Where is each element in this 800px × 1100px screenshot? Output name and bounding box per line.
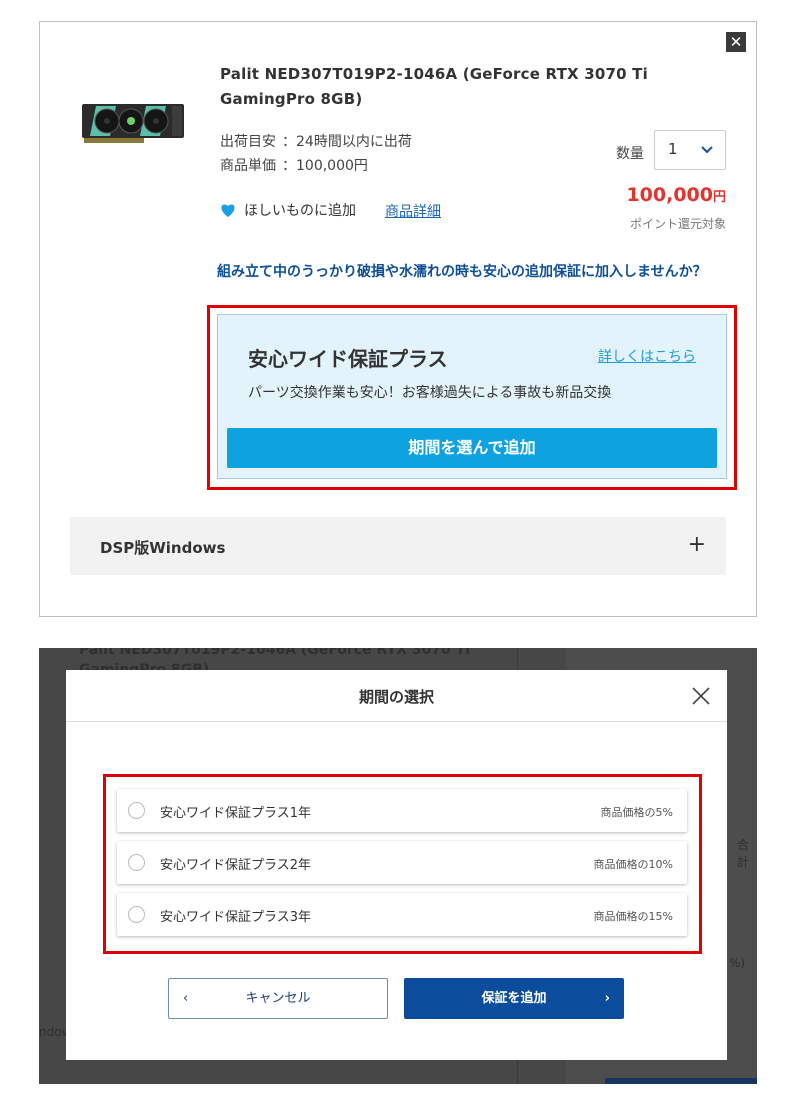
add-to-wishlist-button[interactable]: ほしいものに追加 <box>220 200 356 220</box>
quantity-label: 数量 <box>616 146 644 162</box>
quantity-value: 1 <box>668 140 678 158</box>
warranty-plan-name: 安心ワイド保証プラス <box>248 347 448 371</box>
unit-price-label: 商品単価 <box>220 158 276 174</box>
select-period-button[interactable]: 期間を選んで追加 <box>227 428 717 468</box>
option-rate: 商品価格の10% <box>593 858 673 871</box>
modal-title: 期間の選択 <box>358 688 434 706</box>
add-warranty-label: 保証を追加 <box>481 991 547 1006</box>
item-price: 100,000円 <box>626 184 726 206</box>
warranty-option-3year[interactable]: 安心ワイド保証プラス3年 商品価格の15% <box>117 893 687 936</box>
chevron-left-icon: ‹ <box>183 991 189 1006</box>
close-icon[interactable]: ✕ <box>726 32 746 52</box>
plus-icon: + <box>687 532 706 557</box>
warranty-promo-text: 組み立て中のうっかり破損や水濡れの時も安心の追加保証に加入しませんか？ <box>217 264 707 280</box>
background-percent-fragment: %) <box>729 956 746 970</box>
modal-header: 期間の選択 <box>66 670 727 722</box>
accordion-dsp-windows[interactable]: DSP版Windows + <box>70 517 726 575</box>
heart-icon <box>221 204 235 217</box>
modal-overlay[interactable]: Palit NED307T019P2-1046A (GeForce RTX 30… <box>39 648 757 1084</box>
shipping-value: ：24時間以内に出荷 <box>282 134 412 150</box>
points-note: ポイント還元対象 <box>629 217 726 231</box>
accordion-label: DSP版Windows <box>100 539 226 557</box>
radio-button[interactable] <box>128 802 145 819</box>
radio-button[interactable] <box>128 854 145 871</box>
cart-item-card: ✕ Palit NED307T019P2-1046A (GeForce RTX … <box>39 21 757 617</box>
add-warranty-button[interactable]: 保証を追加 › <box>404 978 624 1019</box>
item-price-value: 100,000 <box>626 184 713 206</box>
unit-price: 商品単価 ：100,000円 <box>220 155 368 175</box>
warranty-description: パーツ交換作業も安心！お客様過失による事故も新品交換 <box>248 385 612 401</box>
option-rate: 商品価格の5% <box>600 806 673 819</box>
item-price-unit: 円 <box>712 190 726 205</box>
cancel-button[interactable]: ‹ キャンセル <box>168 978 388 1019</box>
warranty-option-1year[interactable]: 安心ワイド保証プラス1年 商品価格の5% <box>117 789 687 832</box>
shipping-estimate: 出荷目安 ：24時間以内に出荷 <box>220 131 412 151</box>
product-details-link[interactable]: 商品詳細 <box>385 201 441 221</box>
radio-button[interactable] <box>128 906 145 923</box>
quantity-select[interactable]: 1 <box>654 130 726 170</box>
option-label: 安心ワイド保証プラス2年 <box>160 858 312 873</box>
warranty-option-2year[interactable]: 安心ワイド保証プラス2年 商品価格の10% <box>117 841 687 884</box>
option-rate: 商品価格の15% <box>593 910 673 923</box>
shipping-label: 出荷目安 <box>220 134 276 150</box>
close-icon[interactable] <box>691 686 711 706</box>
product-image[interactable] <box>82 100 184 146</box>
warranty-more-link[interactable]: 詳しくはこちら <box>598 346 696 366</box>
option-label: 安心ワイド保証プラス3年 <box>160 910 312 925</box>
product-title[interactable]: Palit NED307T019P2-1046A (GeForce RTX 30… <box>220 62 660 112</box>
background-title-line1: Palit NED307T019P2-1046A (GeForce RTX 30… <box>79 648 471 658</box>
warranty-plan-panel: 安心ワイド保証プラス 詳しくはこちら パーツ交換作業も安心！お客様過失による事故… <box>217 314 727 479</box>
cancel-label: キャンセル <box>245 991 311 1006</box>
period-select-modal: 期間の選択 安心ワイド保証プラス1年 商品価格の5% 安心ワイド保証プラス2年 … <box>66 670 727 1060</box>
wishlist-label: ほしいものに追加 <box>244 203 356 219</box>
background-button-edge <box>605 1078 757 1084</box>
unit-price-value: ：100,000円 <box>282 158 368 174</box>
chevron-right-icon: › <box>604 991 610 1006</box>
background-total-fragment: 合計 <box>737 838 750 869</box>
option-label: 安心ワイド保証プラス1年 <box>160 806 312 821</box>
chevron-down-icon <box>701 146 713 154</box>
